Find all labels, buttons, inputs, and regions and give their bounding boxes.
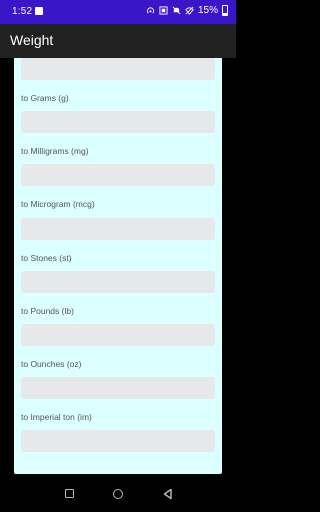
mute-icon — [172, 6, 181, 15]
conversion-card: to Grams (g) to Milligrams (mg) to Micro… — [14, 58, 222, 474]
microgram-field[interactable] — [21, 218, 215, 240]
page-title: Weight — [10, 32, 54, 48]
battery-percent: 15% — [197, 5, 218, 16]
status-time: 1:52 — [12, 6, 33, 17]
status-icons: 15% — [146, 5, 228, 16]
milligrams-field[interactable] — [21, 164, 215, 186]
ounces-field[interactable] — [21, 377, 215, 399]
recents-icon[interactable] — [65, 489, 74, 498]
status-bar: 1:52 15% — [0, 0, 236, 24]
wifi-off-icon — [185, 6, 194, 15]
imperial-ton-field[interactable] — [21, 430, 215, 452]
pounds-field[interactable] — [21, 324, 215, 346]
hotspot-icon — [146, 7, 155, 14]
data-saver-icon — [159, 6, 168, 15]
label-ounces: to Ounches (oz) — [21, 359, 82, 369]
grams-field[interactable] — [21, 111, 215, 133]
stones-field[interactable] — [21, 271, 215, 293]
label-milligrams: to Milligrams (mg) — [21, 146, 89, 156]
app-bar: Weight — [0, 24, 236, 58]
home-icon[interactable] — [113, 489, 123, 499]
label-imperial-ton: to Imperial ton (im) — [21, 412, 92, 422]
conversion-field-0[interactable] — [21, 58, 215, 80]
scroll-content[interactable]: to Grams (g) to Milligrams (mg) to Micro… — [0, 58, 236, 476]
label-grams: to Grams (g) — [21, 93, 69, 103]
back-icon[interactable] — [162, 488, 174, 500]
label-microgram: to Microgram (mcg) — [21, 199, 95, 209]
battery-icon — [222, 5, 228, 16]
label-stones: to Stones (st) — [21, 253, 72, 263]
label-pounds: to Pounds (lb) — [21, 306, 74, 316]
image-icon — [35, 7, 43, 15]
